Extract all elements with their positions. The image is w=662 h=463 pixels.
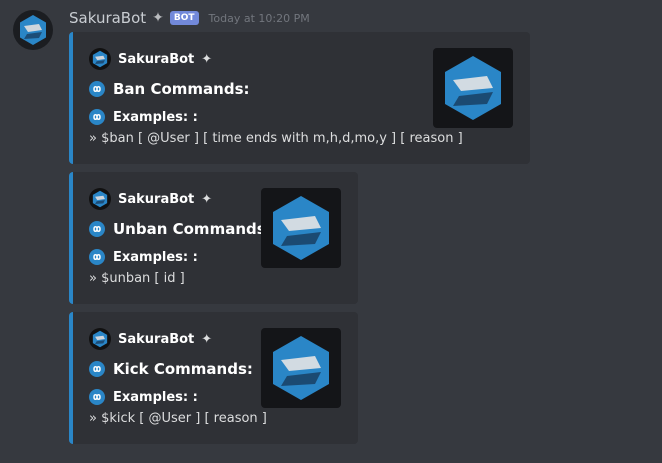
author-avatar-icon [89,188,111,210]
embed-author-name: SakuraBot [118,331,195,347]
embed-field-name: Examples: : [113,109,198,125]
sparkle-icon: ✦ [201,191,213,207]
message-header: SakuraBot ✦ BOT Today at 10:20 PM [69,8,310,28]
bot-avatar[interactable] [13,10,53,50]
author-avatar-icon [89,48,111,70]
embed-author: SakuraBot ✦ [89,188,212,210]
embed-title: Ban Commands: [89,80,250,98]
bot-tag: BOT [169,11,199,25]
embed-author: SakuraBot ✦ [89,48,212,70]
author-avatar-icon [89,328,111,350]
embed-author-name: SakuraBot [118,51,195,67]
sakura-logo-icon [445,56,501,120]
embed-thumbnail[interactable] [261,188,341,268]
embed-field: Examples: : [89,249,198,265]
embed-kick: SakuraBot ✦ Kick Commands: Examples: : »… [69,312,358,444]
infinity-badge-icon [89,81,105,97]
embed-title-text: Ban Commands: [113,80,250,98]
embed-field: Examples: : [89,389,198,405]
sakura-logo-icon [20,15,46,45]
embed-author: SakuraBot ✦ [89,328,212,350]
embed-title: Unban Commands: [89,220,272,238]
embed-field-name: Examples: : [113,389,198,405]
embed-title-text: Kick Commands: [113,360,253,378]
embed-field-value: » $kick [ @User ] [ reason ] [89,411,267,426]
sparkle-icon: ✦ [201,51,213,67]
embed-field-value: » $ban [ @User ] [ time ends with m,h,d,… [89,131,463,146]
infinity-badge-icon [89,109,105,125]
embed-field: Examples: : [89,109,198,125]
embed-thumbnail[interactable] [433,48,513,128]
infinity-badge-icon [89,249,105,265]
username[interactable]: SakuraBot [69,9,146,27]
timestamp[interactable]: Today at 10:20 PM [209,12,310,25]
sparkle-icon: ✦ [201,331,213,347]
infinity-badge-icon [89,221,105,237]
embed-title: Kick Commands: [89,360,253,378]
embed-ban: SakuraBot ✦ Ban Commands: Examples: : » … [69,32,530,164]
sparkle-icon: ✦ [152,10,164,26]
sakura-logo-icon [273,336,329,400]
embed-author-name: SakuraBot [118,191,195,207]
sakura-logo-icon [273,196,329,260]
embed-field-name: Examples: : [113,249,198,265]
infinity-badge-icon [89,361,105,377]
embed-unban: SakuraBot ✦ Unban Commands: Examples: : … [69,172,358,304]
embed-title-text: Unban Commands: [113,220,272,238]
infinity-badge-icon [89,389,105,405]
embed-thumbnail[interactable] [261,328,341,408]
embed-field-value: » $unban [ id ] [89,271,185,286]
